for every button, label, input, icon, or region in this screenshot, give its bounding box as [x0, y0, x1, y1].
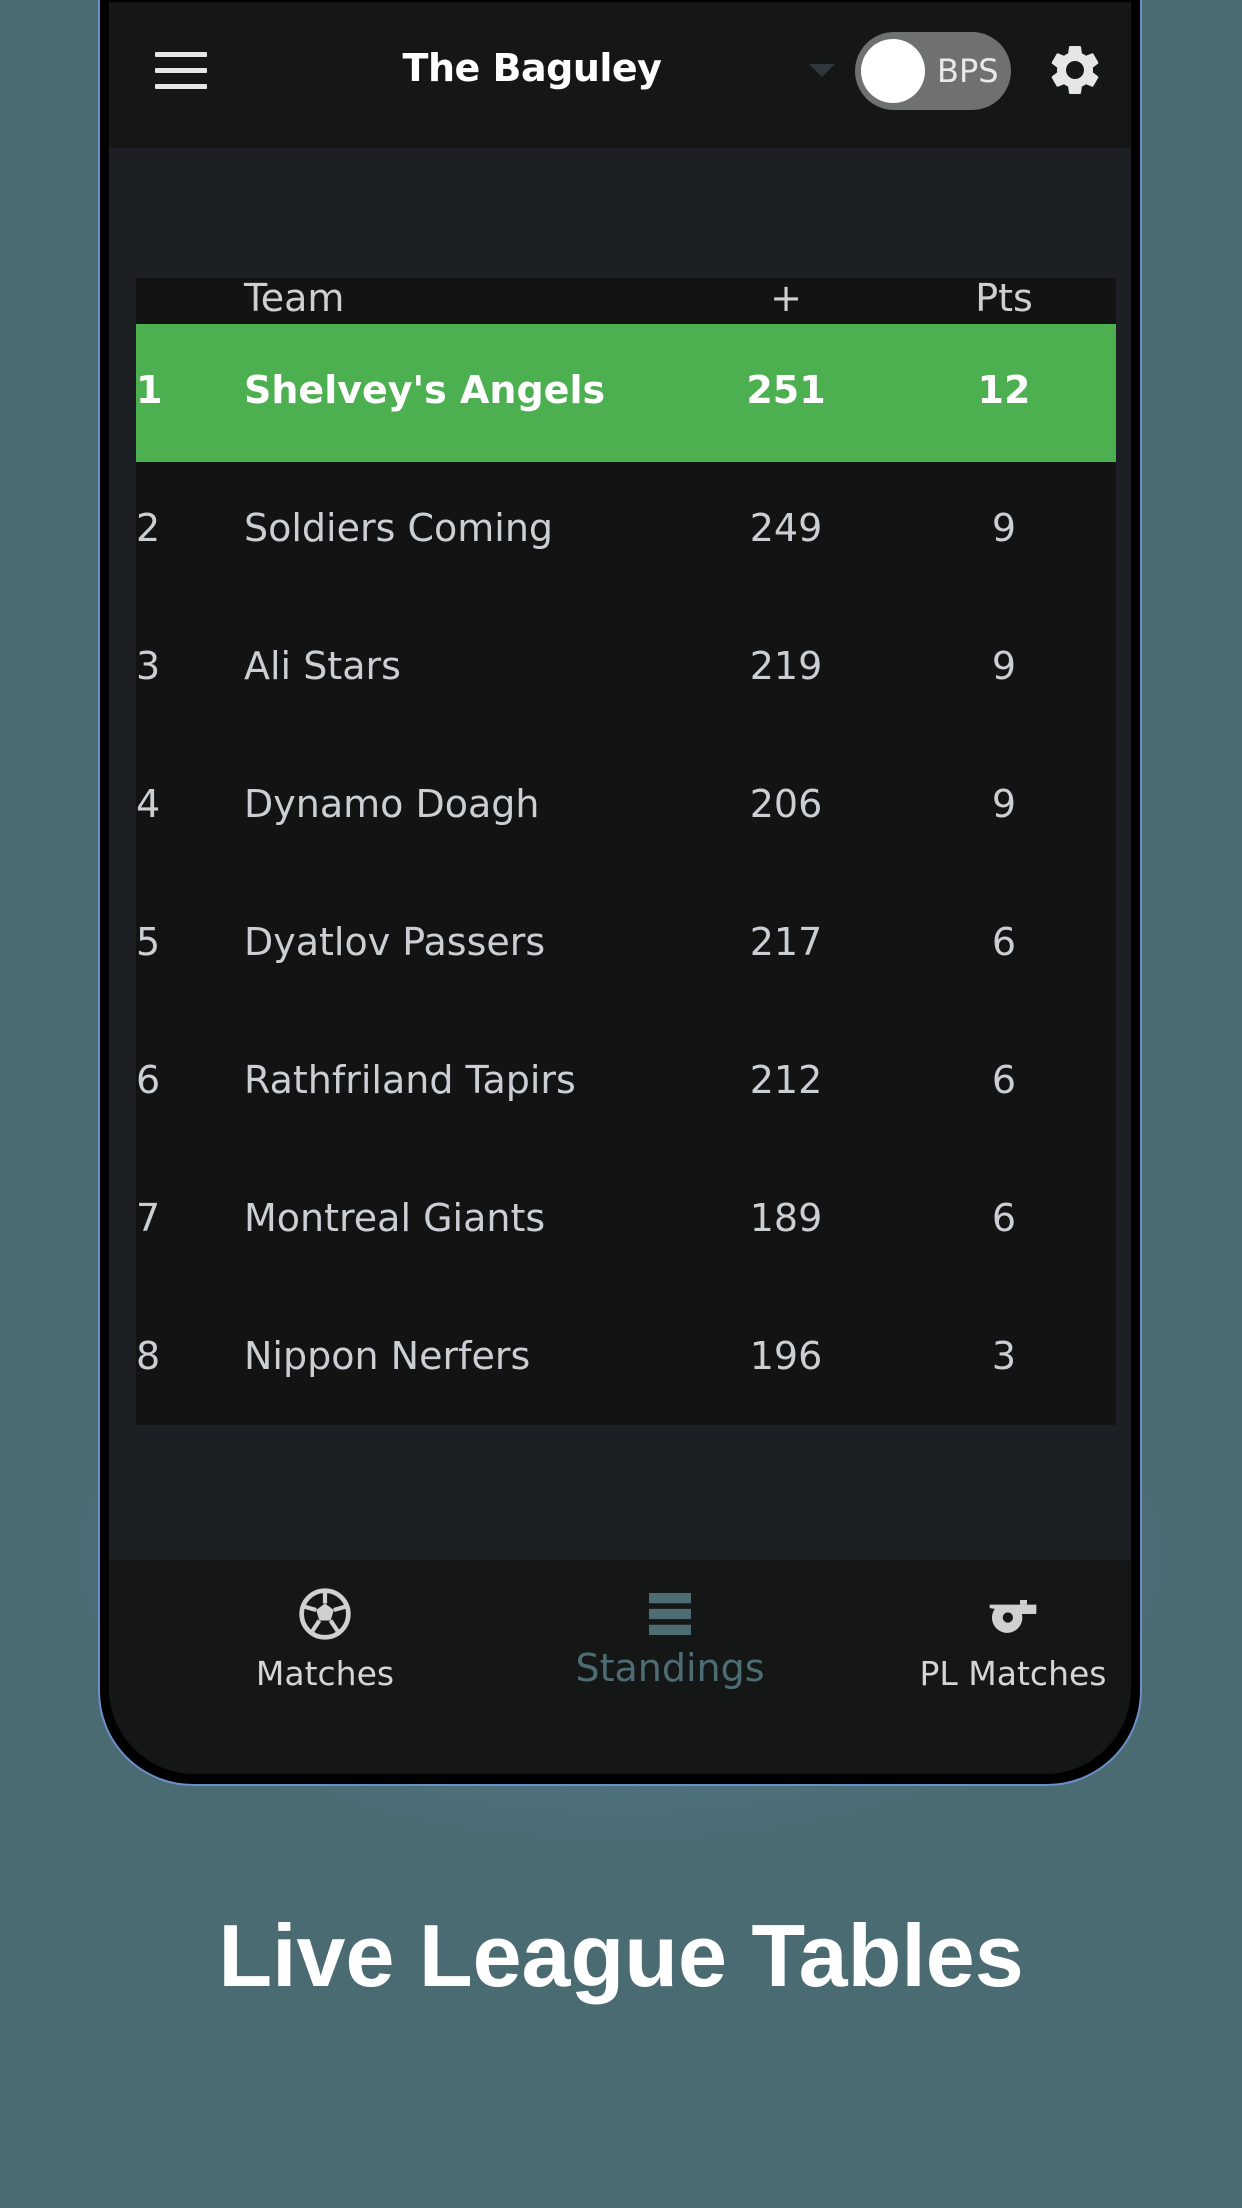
row-team: Shelvey's Angels	[244, 368, 606, 412]
row-plus: 217	[749, 920, 823, 964]
soccer-ball-icon	[299, 1588, 351, 1640]
row-pts: 9	[991, 644, 1017, 688]
row-rank: 5	[136, 920, 161, 964]
tab-standings[interactable]: Standings	[520, 1560, 820, 1774]
table-row[interactable]: 1 Shelvey's Angels 251 12	[136, 324, 1116, 462]
league-title[interactable]: The Baguley	[397, 46, 667, 90]
tab-pl-matches[interactable]: PL Matches	[863, 1560, 1131, 1774]
table-row[interactable]: 2 Soldiers Coming 249 9	[136, 462, 1116, 600]
row-pts: 12	[977, 368, 1031, 412]
list-table-icon	[649, 1593, 691, 1635]
row-plus: 219	[749, 644, 823, 688]
row-plus: 189	[749, 1196, 823, 1240]
whistle-icon	[989, 1600, 1037, 1633]
row-plus: 212	[749, 1058, 823, 1102]
row-team: Montreal Giants	[244, 1196, 546, 1240]
tab-matches[interactable]: Matches	[175, 1560, 475, 1774]
gear-icon[interactable]	[1045, 40, 1105, 100]
table-row[interactable]: 6 Rathfriland Tapirs 212 6	[136, 1014, 1116, 1152]
row-pts: 9	[991, 506, 1017, 550]
row-team: Dynamo Doagh	[244, 782, 540, 826]
toggle-knob	[861, 39, 925, 103]
row-pts: 6	[991, 1058, 1017, 1102]
table-row[interactable]: 8 Nippon Nerfers 196 3	[136, 1290, 1116, 1428]
league-dropdown-caret-icon[interactable]	[809, 64, 835, 77]
row-team: Ali Stars	[244, 644, 401, 688]
tab-matches-label: Matches	[255, 1654, 395, 1693]
table-header: Team + Pts	[136, 276, 1116, 324]
table-row[interactable]: 5 Dyatlov Passers 217 6	[136, 876, 1116, 1014]
table-row[interactable]: 4 Dynamo Doagh 206 9	[136, 738, 1116, 876]
promo-caption: Live League Tables	[218, 1906, 1024, 2005]
row-rank: 8	[136, 1334, 161, 1378]
row-plus: 251	[746, 368, 826, 412]
phone-frame: The Baguley BPS Team + Pts 1 Shelvey's A…	[98, 0, 1142, 1786]
row-team: Soldiers Coming	[244, 506, 554, 550]
row-team: Nippon Nerfers	[244, 1334, 531, 1378]
row-team: Dyatlov Passers	[244, 920, 546, 964]
column-header-plus[interactable]: +	[736, 276, 836, 320]
row-team: Rathfriland Tapirs	[244, 1058, 576, 1102]
table-row[interactable]: 3 Ali Stars 219 9	[136, 600, 1116, 738]
row-rank: 1	[136, 368, 163, 412]
row-plus: 249	[749, 506, 823, 550]
app-bar: The Baguley BPS	[109, 2, 1131, 148]
row-pts: 9	[991, 782, 1017, 826]
standings-table: Team + Pts 1 Shelvey's Angels 251 12 2 S…	[136, 276, 1116, 1428]
bps-toggle[interactable]: BPS	[855, 32, 1011, 110]
tab-pl-matches-label: PL Matches	[919, 1654, 1107, 1693]
bottom-navigation: Matches Standings PL Matches	[109, 1560, 1131, 1774]
hamburger-menu-icon[interactable]	[155, 52, 207, 92]
column-header-pts[interactable]: Pts	[954, 276, 1054, 320]
row-pts: 3	[991, 1334, 1017, 1378]
tab-standings-label: Standings	[575, 1646, 765, 1690]
row-pts: 6	[991, 920, 1017, 964]
column-header-team[interactable]: Team	[244, 276, 344, 320]
row-rank: 3	[136, 644, 161, 688]
row-rank: 4	[136, 782, 161, 826]
row-rank: 6	[136, 1058, 161, 1102]
table-row[interactable]: 7 Montreal Giants 189 6	[136, 1152, 1116, 1290]
row-plus: 196	[749, 1334, 823, 1378]
app-screen: The Baguley BPS Team + Pts 1 Shelvey's A…	[109, 2, 1131, 1774]
row-rank: 7	[136, 1196, 161, 1240]
row-pts: 6	[991, 1196, 1017, 1240]
row-rank: 2	[136, 506, 161, 550]
row-plus: 206	[749, 782, 823, 826]
toggle-label: BPS	[937, 52, 999, 90]
